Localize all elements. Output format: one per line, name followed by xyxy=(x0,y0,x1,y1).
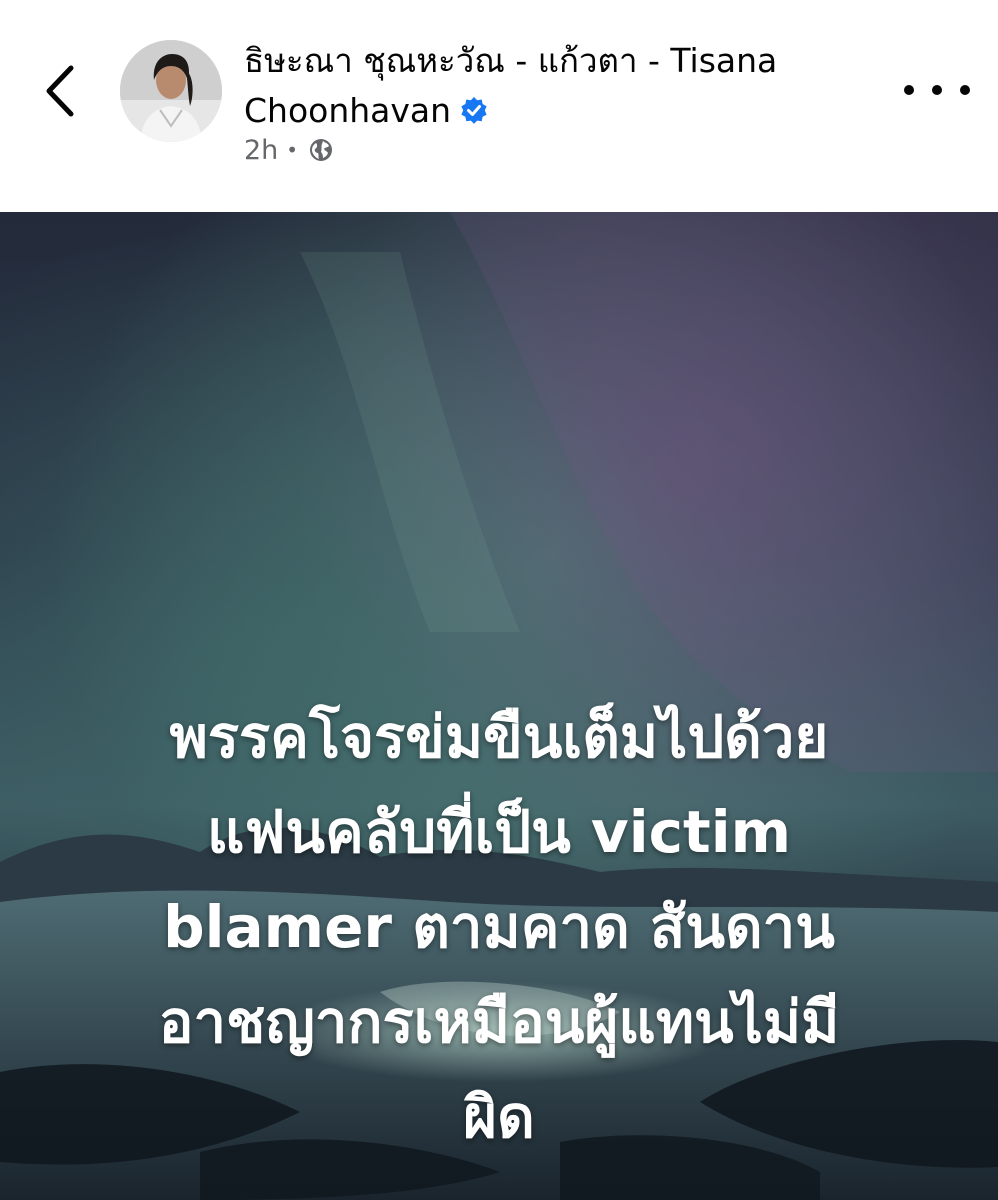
timestamp[interactable]: 2h xyxy=(244,135,278,166)
post-text-line: แฟนคลับที่เป็น victim xyxy=(206,798,792,866)
post-text-line: ผิด xyxy=(463,1083,535,1151)
post-text-line: พรรคโจรข่มขืนเต็มไปด้วย xyxy=(169,703,829,771)
author-name-line1: ธิษะณา ชุณหะวัณ - แก้วตา - Tisana xyxy=(244,41,778,80)
post-text: พรรคโจรข่มขืนเต็มไปด้วย แฟนคลับที่เป็น v… xyxy=(80,690,918,1165)
chevron-left-icon xyxy=(46,65,74,117)
post-image[interactable]: พรรคโจรข่มขืนเต็มไปด้วย แฟนคลับที่เป็น v… xyxy=(0,212,998,1200)
author-name-line2: Choonhavan xyxy=(244,91,452,130)
more-options-icon xyxy=(904,85,914,95)
back-button[interactable] xyxy=(30,56,90,126)
post-header: ธิษะณา ชุณหะวัณ - แก้วตา - Tisana Choonh… xyxy=(0,0,998,212)
more-options-icon xyxy=(960,85,970,95)
profile-photo xyxy=(120,40,222,142)
more-options-icon xyxy=(932,85,942,95)
avatar[interactable] xyxy=(120,40,222,142)
post-meta: 2h • xyxy=(244,130,334,170)
meta-separator: • xyxy=(286,138,299,162)
globe-icon[interactable] xyxy=(308,137,334,163)
author-name[interactable]: ธิษะณา ชุณหะวัณ - แก้วตา - Tisana Choonh… xyxy=(244,36,864,136)
post-text-line: อาชญากรเหมือนผู้แทนไม่มี xyxy=(158,988,840,1056)
post-text-line: blamer ตามคาด สันดาน xyxy=(163,893,835,961)
more-options-button[interactable] xyxy=(904,72,970,108)
verified-badge-icon xyxy=(461,97,487,124)
